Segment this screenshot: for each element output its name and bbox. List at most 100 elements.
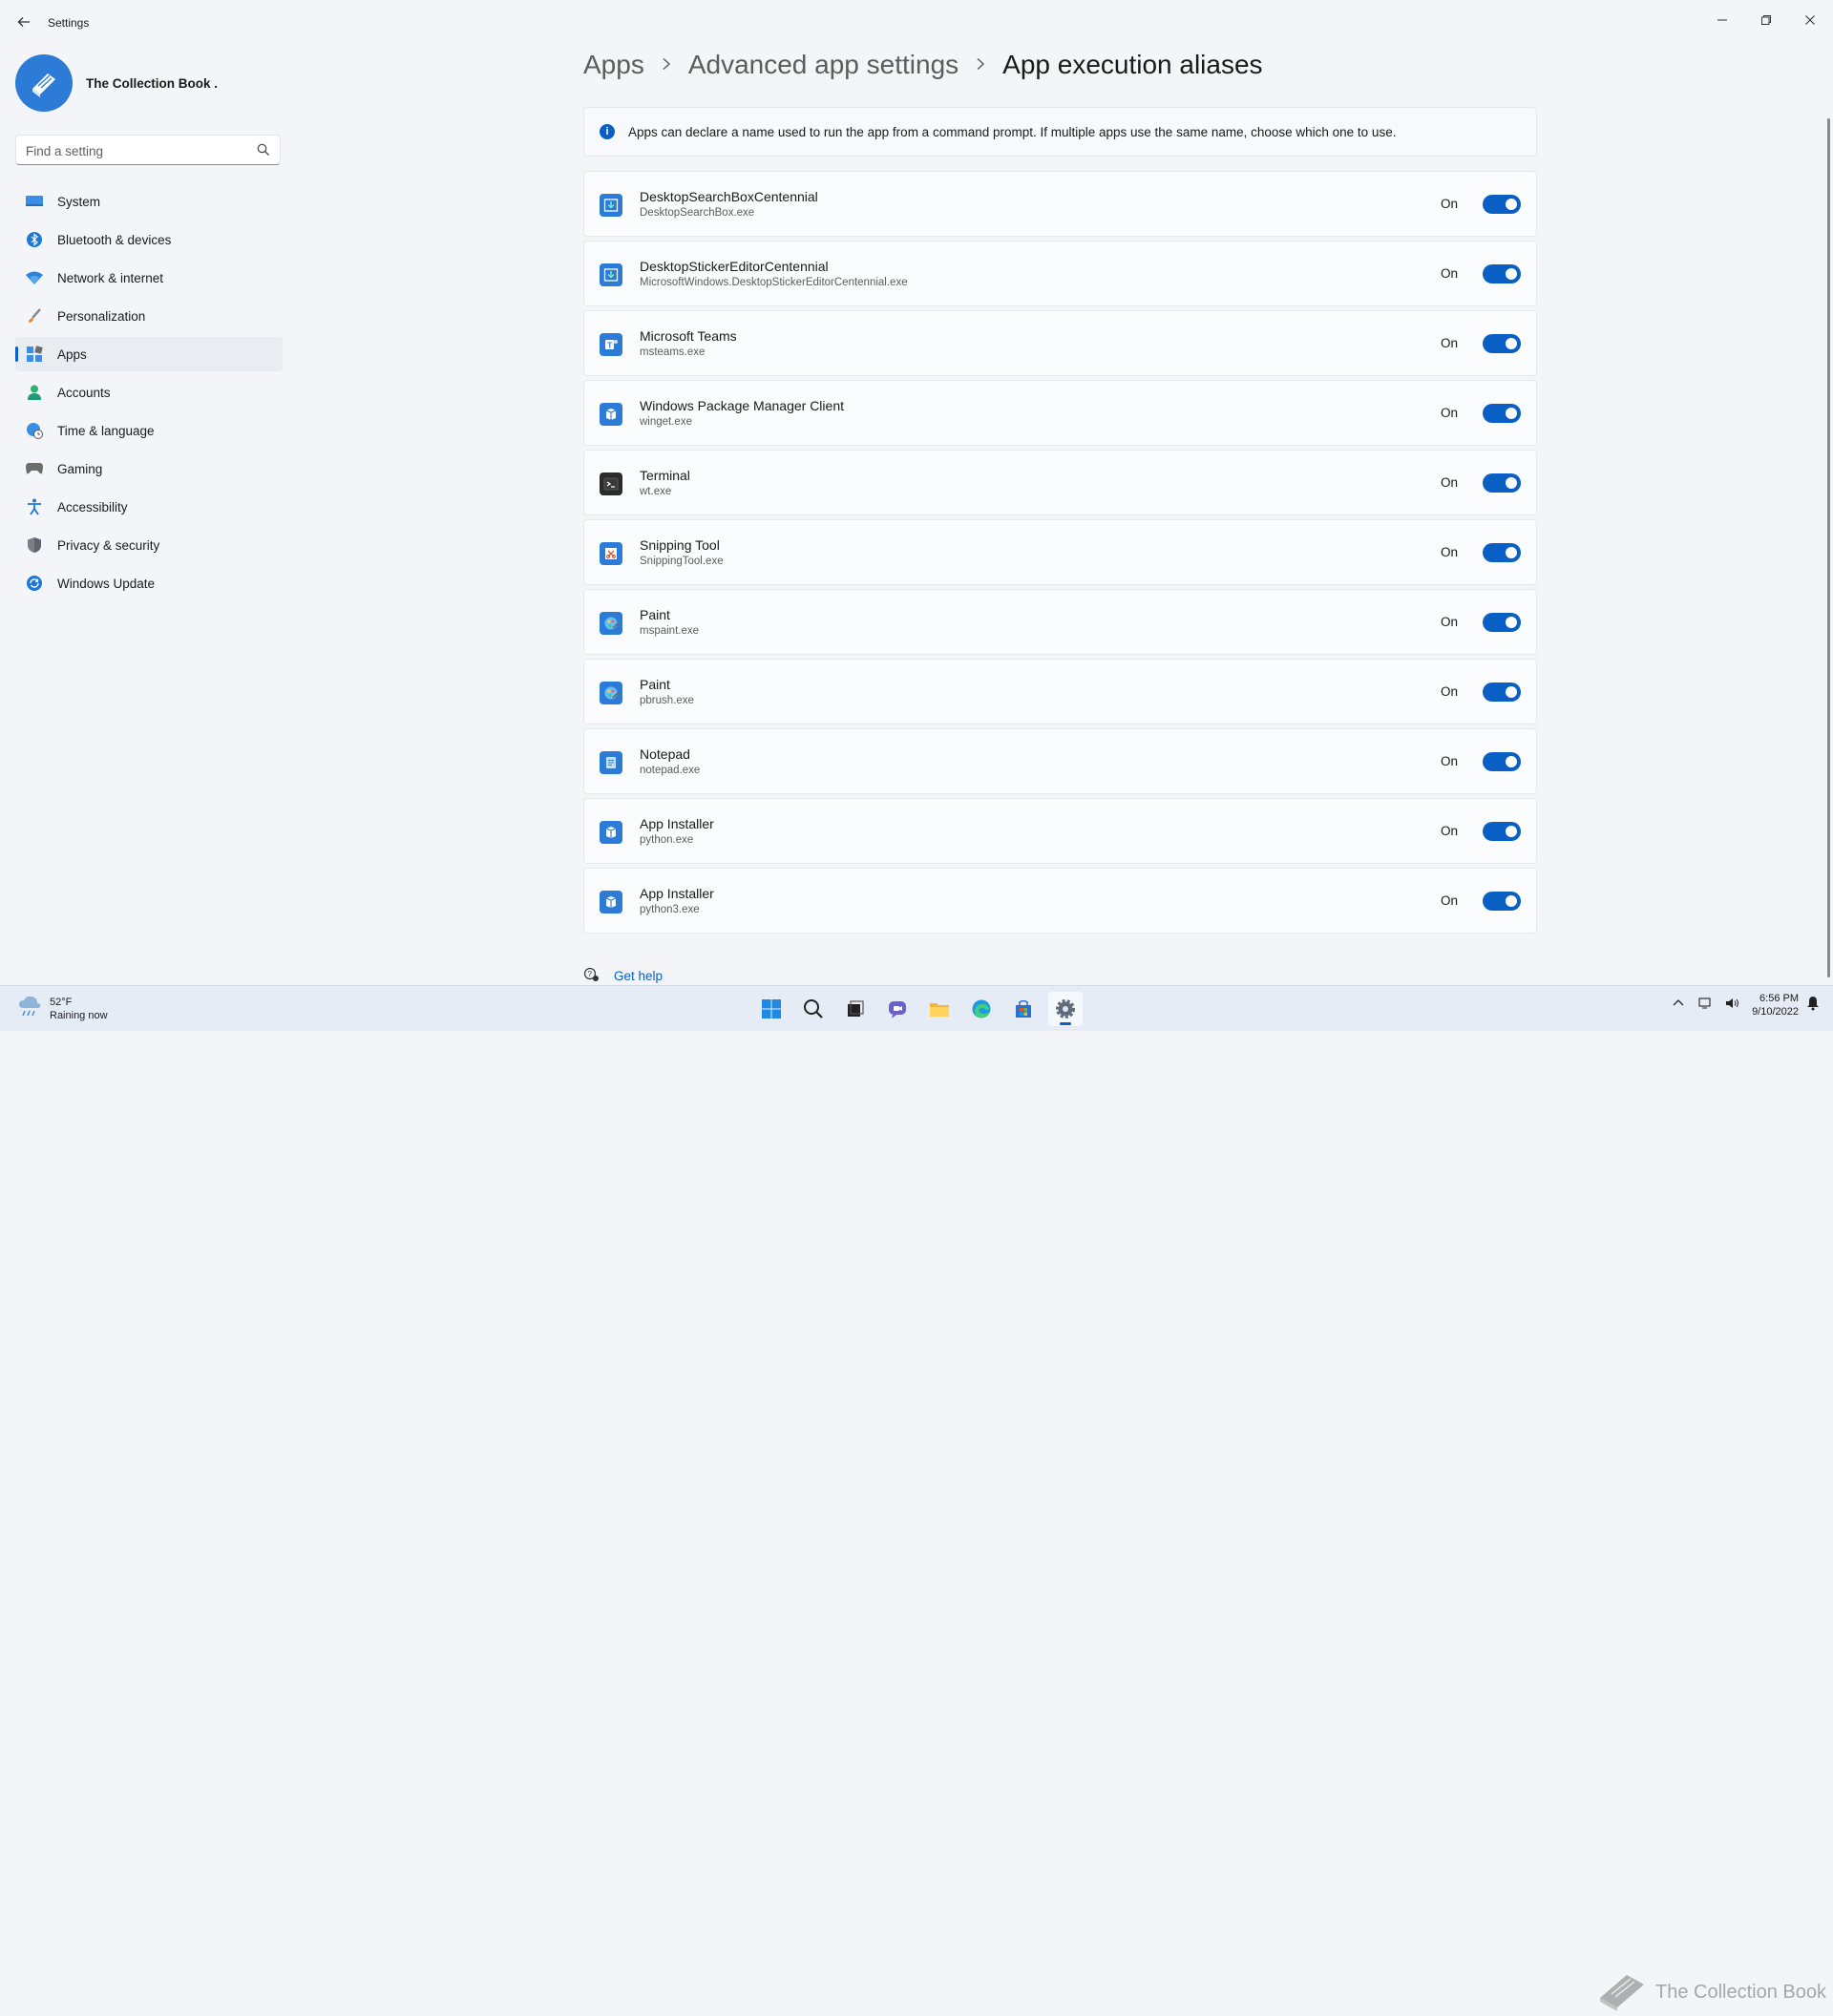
sidebar-item-windows-update[interactable]: Windows Update [15, 566, 283, 600]
alias-name: Microsoft Teams [640, 328, 737, 344]
alias-toggle[interactable] [1483, 195, 1521, 214]
breadcrumb-advanced-app-settings[interactable]: Advanced app settings [688, 50, 959, 80]
alias-name: Windows Package Manager Client [640, 398, 844, 413]
package-icon [600, 891, 622, 914]
back-arrow-icon[interactable] [13, 11, 34, 32]
alias-name: App Installer [640, 816, 714, 831]
notification-bell-icon[interactable] [1806, 996, 1820, 1016]
sidebar-item-accounts[interactable]: Accounts [15, 375, 283, 410]
alias-name: Notepad [640, 746, 690, 762]
breadcrumb-apps[interactable]: Apps [583, 50, 644, 80]
system-tray: 6:56 PM 9/10/2022 [1672, 992, 1820, 1018]
alias-toggle[interactable] [1483, 613, 1521, 632]
search-icon[interactable] [796, 992, 831, 1026]
alias-row-app-installer-python3: App Installer python3.exe On [583, 868, 1537, 934]
alias-name: DesktopSearchBoxCentennial [640, 189, 818, 204]
chat-icon[interactable] [880, 992, 915, 1026]
sidebar-item-gaming[interactable]: Gaming [15, 452, 283, 486]
get-help-label[interactable]: Get help [614, 969, 663, 983]
alias-row-app-installer-python: App Installer python.exe On [583, 798, 1537, 864]
alias-toggle[interactable] [1483, 752, 1521, 771]
alias-toggle[interactable] [1483, 822, 1521, 841]
info-icon: i [600, 124, 615, 139]
alias-list: DesktopSearchBoxCentennial DesktopSearch… [583, 171, 1537, 937]
alias-toggle[interactable] [1483, 682, 1521, 702]
network-icon[interactable] [1698, 997, 1714, 1015]
alias-toggle[interactable] [1483, 473, 1521, 493]
alias-row-paint-mspaint: Paint mspaint.exe On [583, 589, 1537, 655]
terminal-icon [600, 472, 622, 495]
sidebar-item-accessibility[interactable]: Accessibility [15, 490, 283, 524]
alias-name: Terminal [640, 468, 690, 483]
volume-icon[interactable] [1725, 997, 1740, 1015]
settings-gear-icon[interactable] [1048, 992, 1083, 1026]
apps-icon [25, 345, 44, 364]
chevron-up-icon[interactable] [1672, 997, 1685, 1015]
sidebar-item-label: Bluetooth & devices [57, 232, 172, 247]
person-icon [25, 383, 44, 402]
alias-exe: msteams.exe [640, 346, 706, 358]
get-help-link[interactable]: ? Get help [583, 966, 663, 986]
taskbar: 52°F Raining now 6:56 PM 9/10/2022 The C… [0, 985, 1833, 2011]
search-box[interactable] [15, 135, 281, 166]
alias-toggle[interactable] [1483, 404, 1521, 423]
info-bar: i Apps can declare a name used to run th… [583, 107, 1537, 157]
sidebar-item-apps[interactable]: Apps [15, 337, 283, 371]
alias-exe: winget.exe [640, 416, 692, 428]
weather-desc: Raining now [50, 1009, 108, 1021]
gamepad-icon [25, 459, 44, 478]
sidebar-item-system[interactable]: System [15, 184, 283, 219]
accessibility-icon [25, 497, 44, 516]
alias-exe: SnippingTool.exe [640, 556, 724, 567]
start-icon[interactable] [754, 992, 789, 1026]
toggle-state-label: On [1440, 684, 1458, 699]
user-profile[interactable]: The Collection Book . [15, 54, 218, 112]
task-view-icon[interactable] [838, 992, 873, 1026]
alias-name: Paint [640, 677, 670, 692]
alias-row-paint-pbrush: Paint pbrush.exe On [583, 659, 1537, 724]
breadcrumb: Apps Advanced app settings App execution… [583, 50, 1263, 80]
toggle-state-label: On [1440, 197, 1458, 211]
alias-name: Paint [640, 607, 670, 622]
alias-row-desktopstickereditor: DesktopStickerEditorCentennial Microsoft… [583, 241, 1537, 306]
page-title: App execution aliases [1002, 50, 1263, 79]
search-input[interactable] [16, 136, 247, 166]
bluetooth-icon [25, 230, 44, 249]
sidebar-nav: System Bluetooth & devices Network & int… [15, 184, 283, 604]
restore-icon[interactable] [1753, 8, 1780, 32]
alias-toggle[interactable] [1483, 543, 1521, 562]
alias-row-microsoft-teams: T Microsoft Teams msteams.exe On [583, 310, 1537, 376]
weather-widget[interactable]: 52°F Raining now [17, 995, 108, 1022]
avatar [15, 54, 73, 112]
clock[interactable]: 6:56 PM 9/10/2022 [1752, 992, 1799, 1018]
alias-toggle[interactable] [1483, 264, 1521, 284]
file-explorer-icon[interactable] [922, 992, 957, 1026]
alias-row-terminal: Terminal wt.exe On [583, 450, 1537, 515]
package-icon [600, 403, 622, 426]
sidebar-item-bluetooth[interactable]: Bluetooth & devices [15, 222, 283, 257]
weather-temp: 52°F [50, 996, 73, 1008]
alias-exe: python3.exe [640, 904, 700, 915]
alias-toggle[interactable] [1483, 334, 1521, 353]
edge-icon[interactable] [964, 992, 999, 1026]
taskbar-apps [754, 992, 1090, 1026]
wifi-icon [25, 268, 44, 287]
sidebar-item-label: Gaming [57, 461, 103, 476]
minimize-icon[interactable] [1709, 8, 1736, 32]
sidebar-item-privacy[interactable]: Privacy & security [15, 528, 283, 562]
svg-text:?: ? [588, 970, 593, 978]
close-icon[interactable] [1797, 8, 1823, 32]
sidebar-item-personalization[interactable]: Personalization [15, 299, 283, 333]
notepad-icon [600, 751, 622, 774]
store-icon[interactable] [1006, 992, 1041, 1026]
paint-icon [600, 612, 622, 635]
sidebar-item-label: Time & language [57, 423, 155, 438]
book-icon [32, 74, 55, 97]
sidebar-item-label: Accessibility [57, 499, 128, 514]
update-icon [25, 574, 44, 593]
alias-toggle[interactable] [1483, 892, 1521, 911]
toggle-state-label: On [1440, 475, 1458, 490]
scrollbar[interactable] [1827, 118, 1830, 977]
sidebar-item-network[interactable]: Network & internet [15, 261, 283, 295]
sidebar-item-time-language[interactable]: Time & language [15, 413, 283, 448]
